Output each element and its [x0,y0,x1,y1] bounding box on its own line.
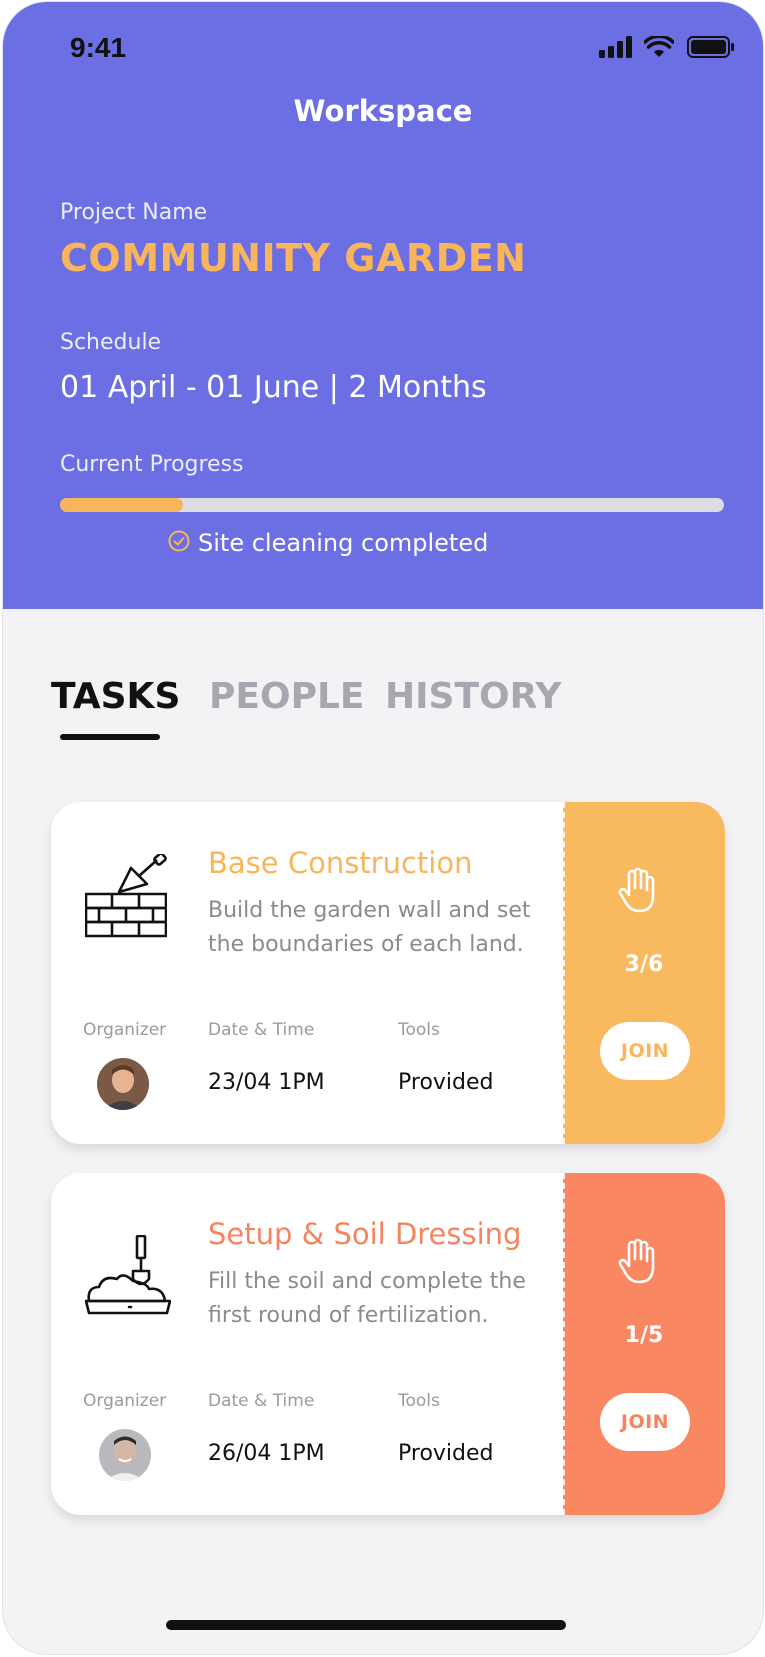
check-circle-icon [168,530,190,558]
soil-shovel-icon [84,1234,172,1323]
join-button[interactable]: JOIN [600,1393,690,1451]
project-name: COMMUNITY GARDEN [60,236,527,280]
progress-bar-fill [60,498,183,512]
active-tab-indicator [60,734,160,740]
task-description: Fill the soil and complete the first rou… [208,1269,526,1328]
task-datetime: 23/04 1PM [208,1070,325,1095]
organizer-label: Organizer [83,1391,167,1411]
task-title: Setup & Soil Dressing [208,1217,522,1251]
tab-tasks[interactable]: TASKS [51,676,180,717]
task-datetime: 26/04 1PM [208,1441,325,1466]
task-join-panel: 1/5 JOIN [563,1173,725,1515]
schedule-value: 01 April - 01 June | 2 Months [60,370,487,405]
tools-label: Tools [398,1391,440,1411]
task-join-panel: 3/6 JOIN [563,802,725,1144]
status-icons [599,34,735,62]
tools-label: Tools [398,1020,440,1040]
home-indicator[interactable] [166,1620,566,1630]
status-time: 9:41 [70,32,127,63]
task-tools: Provided [398,1070,494,1095]
progress-label: Current Progress [60,452,244,477]
participant-count: 1/5 [624,1323,664,1348]
progress-status: Site cleaning completed [168,529,488,558]
task-description: Build the garden wall and set the bounda… [208,898,531,957]
task-card[interactable]: Base Construction Build the garden wall … [51,802,725,1144]
tab-people[interactable]: PEOPLE [209,676,365,717]
brick-wall-trowel-icon [84,852,168,944]
signal-icon [599,36,633,62]
project-name-label: Project Name [60,200,208,225]
battery-icon [687,36,735,62]
organizer-avatar[interactable] [99,1429,151,1481]
datetime-label: Date & Time [208,1391,315,1411]
task-tools: Provided [398,1441,494,1466]
workspace-header: 9:41 Workspace Project Name COMMUNITY GA… [3,2,763,609]
progress-bar [60,498,724,512]
task-card[interactable]: Setup & Soil Dressing Fill the soil and … [51,1173,725,1515]
tab-history[interactable]: HISTORY [385,676,561,717]
raised-hand-icon [617,864,661,918]
phone-screen: 9:41 Workspace Project Name COMMUNITY GA… [3,2,763,1654]
organizer-avatar[interactable] [97,1058,149,1110]
raised-hand-icon [617,1235,661,1289]
participant-count: 3/6 [624,952,664,977]
wifi-icon [643,34,675,62]
page-title: Workspace [293,94,473,128]
datetime-label: Date & Time [208,1020,315,1040]
task-title: Base Construction [208,846,473,880]
progress-note-text: Site cleaning completed [198,529,489,557]
schedule-label: Schedule [60,330,162,355]
join-button[interactable]: JOIN [600,1022,690,1080]
organizer-label: Organizer [83,1020,167,1040]
